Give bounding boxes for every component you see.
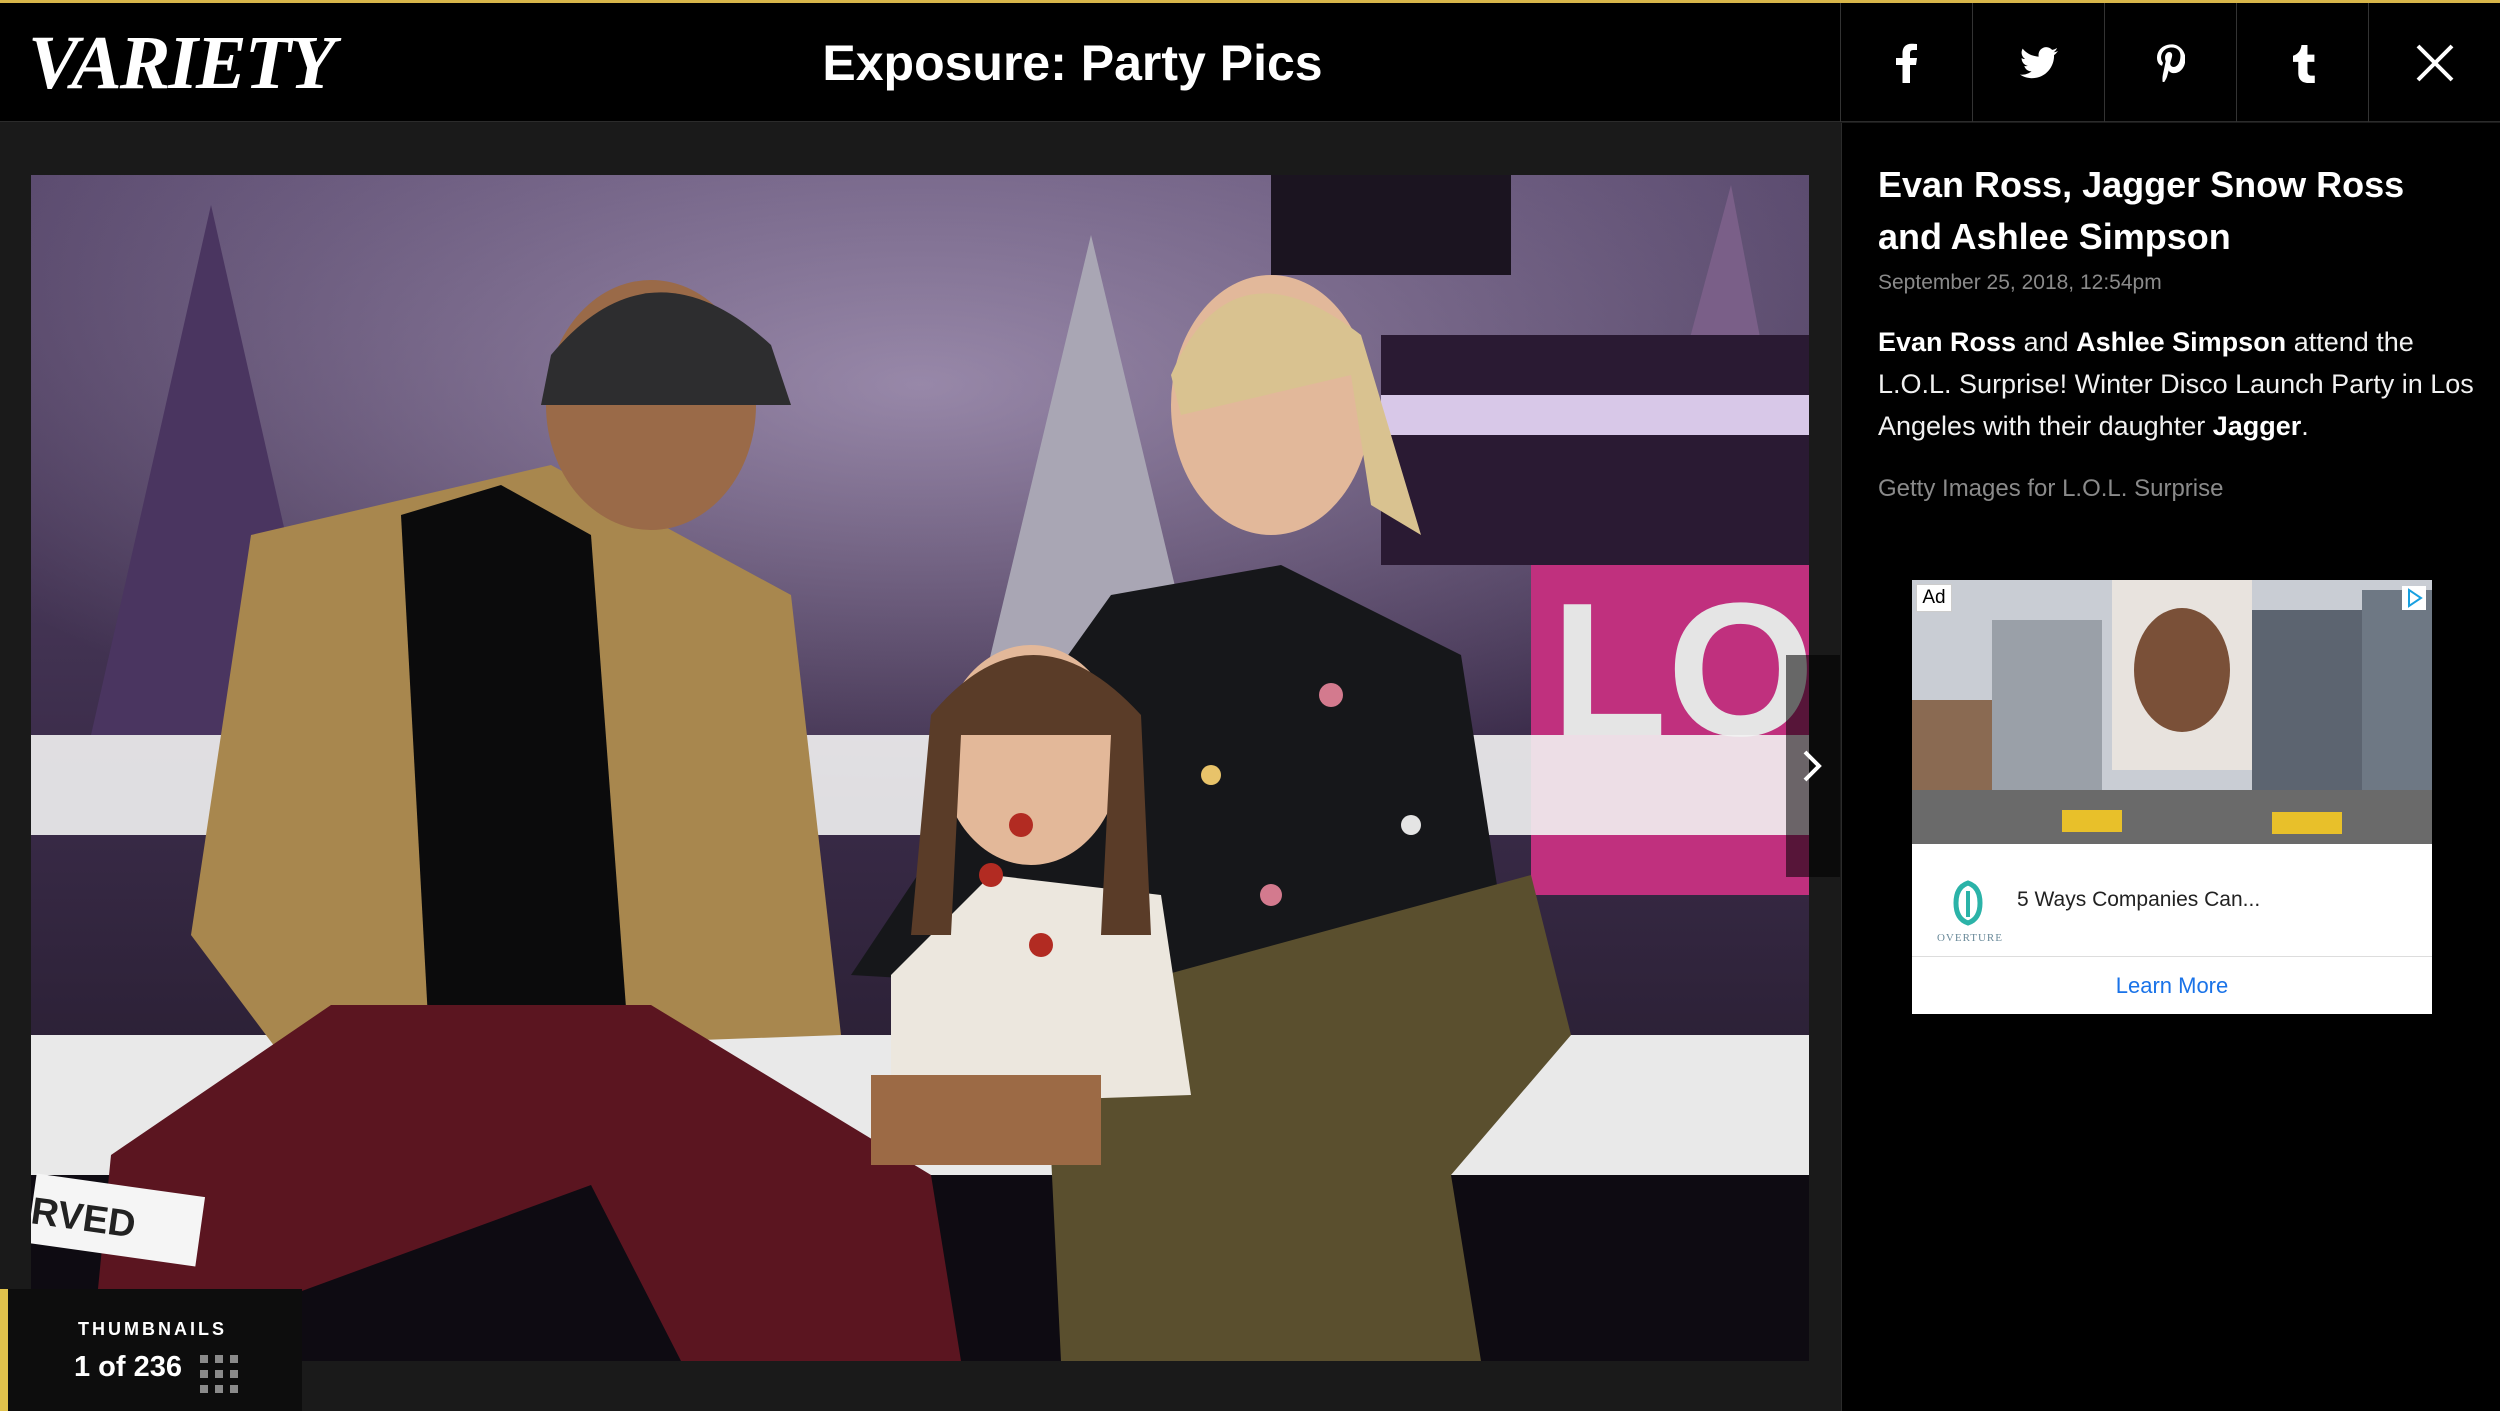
gallery-title: Exposure: Party Pics (822, 34, 1323, 91)
ad-learn-more-button[interactable]: Learn More (1912, 957, 2432, 1014)
chevron-right-icon (1803, 750, 1822, 782)
facebook-share-button[interactable] (1840, 3, 1972, 122)
thumbnails-toggle[interactable]: THUMBNAILS 1 of 236 (0, 1289, 302, 1411)
photo-credit: Getty Images for L.O.L. Surprise (1878, 475, 2224, 502)
ad-choices-icon[interactable] (2402, 586, 2426, 610)
caption-text: and (2016, 327, 2077, 357)
caption-name: Evan Ross (1878, 327, 2017, 357)
caption-name: Ashlee Simpson (2076, 327, 2287, 357)
caption-sidebar: Evan Ross, Jagger Snow Ross and Ashlee S… (1841, 123, 2500, 1411)
grid-icon (200, 1355, 238, 1393)
close-icon (2416, 44, 2454, 81)
gallery-header: VARIETY Exposure: Party Pics (0, 3, 2500, 122)
gallery-photo[interactable]: LO RVED (31, 175, 1809, 1361)
ad-badge: Ad (1916, 584, 1952, 612)
pinterest-icon (2156, 43, 2185, 82)
caption-date: September 25, 2018, 12:54pm (1878, 271, 2162, 294)
gallery-stage: LO RVED THUMBNAILS 1 of 236 (0, 123, 1840, 1411)
caption-text: . (2301, 411, 2309, 441)
caption-body: Evan Ross and Ashlee Simpson attend the … (1878, 321, 2478, 447)
pinterest-share-button[interactable] (2104, 3, 2236, 122)
ad-headline[interactable]: 5 Ways Companies Can... (2017, 888, 2260, 912)
next-photo-button[interactable] (1786, 655, 1840, 877)
share-bar (1840, 3, 2500, 122)
caption-name: Jagger (2212, 411, 2302, 441)
party-photo-illustration: LO RVED (31, 175, 1809, 1361)
tumblr-share-button[interactable] (2236, 3, 2368, 122)
ad-times-square-illustration (1912, 580, 2432, 844)
ad-advertiser: OVERTURE (1936, 932, 2003, 944)
close-gallery-button[interactable] (2368, 3, 2500, 122)
photo-counter: 1 of 236 (74, 1351, 182, 1383)
ad-image[interactable] (1912, 580, 2432, 844)
facebook-icon (1895, 43, 1917, 83)
ad-unit[interactable]: Ad OVERTURE 5 Ways Companies Can... Lear… (1912, 580, 2432, 1014)
twitter-share-button[interactable] (1972, 3, 2104, 122)
twitter-icon (2019, 46, 2058, 78)
tumblr-icon (2292, 44, 2315, 83)
caption-title: Evan Ross, Jagger Snow Ross and Ashlee S… (1878, 164, 2405, 257)
thumbnails-label: THUMBNAILS (78, 1319, 227, 1339)
